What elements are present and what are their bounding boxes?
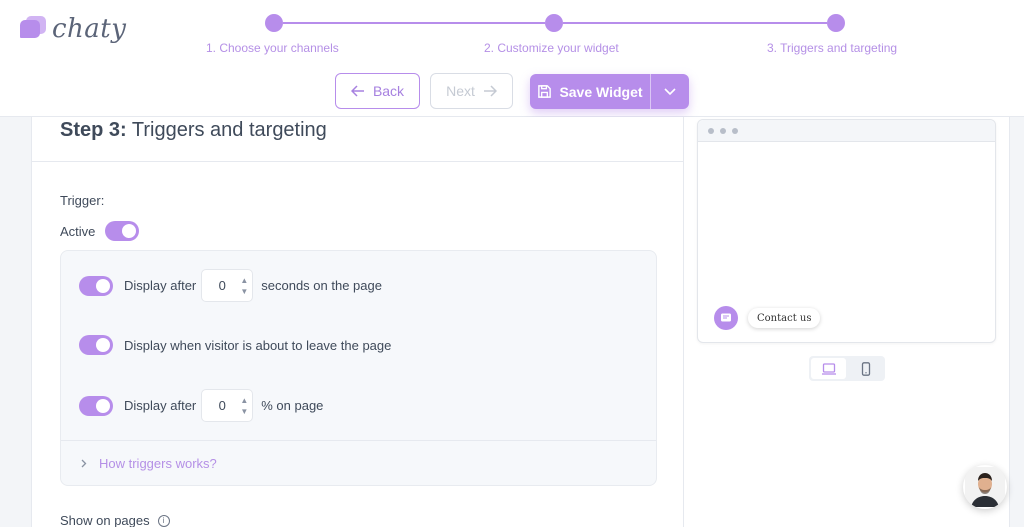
logo-text: chaty: [52, 14, 127, 44]
page-title: Step 3: Triggers and targeting: [60, 119, 327, 142]
chevron-right-icon: [81, 459, 87, 468]
show-on-pages-label: Show on pages: [60, 513, 150, 527]
chaty-logo[interactable]: chaty: [20, 14, 126, 44]
time-trigger-row: Display after 0 ▲ ▼ seconds on the page: [79, 269, 382, 302]
support-avatar[interactable]: [963, 465, 1007, 509]
scroll-trigger-row: Display after 0 ▲ ▼ % on page: [79, 389, 323, 422]
step-title: Triggers and targeting: [126, 119, 327, 141]
mobile-view-button[interactable]: [848, 358, 883, 379]
how-triggers-link[interactable]: How triggers works?: [81, 456, 217, 471]
back-button[interactable]: Back: [335, 73, 420, 109]
seconds-input[interactable]: 0 ▲ ▼: [201, 269, 254, 302]
exit-trigger-toggle[interactable]: [79, 335, 113, 355]
triggers-panel: Step 3: Triggers and targeting Trigger: …: [31, 117, 684, 527]
widget-preview-panel: Contact us: [684, 117, 1010, 527]
trigger-heading: Trigger:: [60, 193, 105, 208]
seconds-stepper-icon[interactable]: ▲ ▼: [240, 275, 248, 297]
active-toggle[interactable]: [105, 221, 140, 241]
desktop-view-button[interactable]: [811, 358, 846, 379]
step-3-label[interactable]: 3. Triggers and targeting: [767, 41, 897, 55]
step-number: Step 3:: [60, 119, 127, 141]
chevron-down-icon: [664, 87, 676, 95]
time-trigger-suffix: seconds on the page: [261, 278, 382, 293]
next-label: Next: [446, 83, 475, 99]
trigger-options-box: Display after 0 ▲ ▼ seconds on the page D…: [60, 250, 657, 486]
next-button[interactable]: Next: [430, 73, 513, 109]
step-2-label[interactable]: 2. Customize your widget: [484, 41, 619, 55]
save-widget-label: Save Widget: [559, 83, 643, 100]
scroll-percent-input[interactable]: 0 ▲ ▼: [201, 389, 254, 422]
save-widget-main[interactable]: Save Widget: [530, 74, 651, 109]
time-trigger-prefix: Display after: [124, 278, 197, 293]
show-on-pages-row: Show on pages i: [60, 513, 170, 527]
scroll-stepper-icon[interactable]: ▲ ▼: [240, 395, 248, 417]
save-options-dropdown[interactable]: [651, 74, 689, 109]
back-label: Back: [372, 83, 405, 99]
step-2-dot[interactable]: [545, 14, 563, 32]
save-icon: [538, 85, 552, 98]
info-icon[interactable]: i: [157, 514, 170, 527]
chat-bubble-logo-icon: [20, 16, 46, 42]
browser-dots: [698, 120, 995, 142]
setup-stepper: 1. Choose your channels 2. Customize you…: [200, 14, 920, 59]
trigger-divider: [61, 440, 656, 441]
scroll-trigger-suffix: % on page: [261, 398, 324, 413]
stepper-line-2: [563, 22, 827, 24]
active-row: Active: [60, 221, 140, 241]
chat-widget-button[interactable]: [714, 306, 738, 330]
desktop-icon: [821, 362, 836, 375]
mobile-icon: [861, 361, 870, 376]
how-triggers-label: How triggers works?: [99, 456, 217, 471]
step-1-dot[interactable]: [265, 14, 283, 32]
scroll-trigger-toggle[interactable]: [79, 395, 113, 416]
exit-trigger-row: Display when visitor is about to leave t…: [79, 335, 391, 355]
preview-browser-frame: Contact us: [697, 119, 996, 343]
device-toggle: [809, 356, 885, 381]
top-header: chaty 1. Choose your channels 2. Customi…: [0, 0, 1024, 117]
step-1-label[interactable]: 1. Choose your channels: [206, 41, 339, 55]
title-divider: [32, 161, 683, 162]
time-trigger-toggle[interactable]: [79, 275, 113, 296]
arrow-right-icon: [483, 85, 497, 97]
active-label: Active: [60, 223, 96, 239]
save-widget-button[interactable]: Save Widget: [530, 74, 689, 109]
scroll-trigger-prefix: Display after: [124, 398, 197, 413]
contact-us-pill[interactable]: Contact us: [748, 308, 821, 328]
arrow-left-icon: [350, 85, 364, 97]
stepper-line-1: [283, 22, 545, 24]
chat-icon: [721, 313, 731, 322]
support-person-icon: [965, 467, 1005, 507]
exit-trigger-label: Display when visitor is about to leave t…: [124, 337, 392, 353]
step-3-dot[interactable]: [827, 14, 845, 32]
